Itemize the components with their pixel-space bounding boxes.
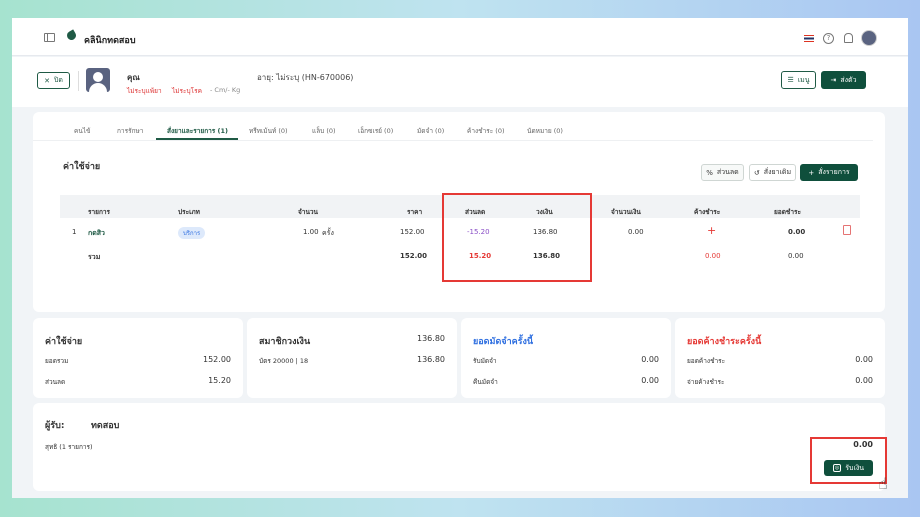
tab-appointment[interactable]: นัดหมาย (0) bbox=[527, 126, 563, 136]
close-button[interactable]: ✕ ปิด bbox=[37, 72, 70, 89]
allergy-status: ไม่ระบุแพ้ยา bbox=[127, 87, 162, 95]
bell-icon[interactable] bbox=[844, 33, 853, 43]
card-title: ยอดมัดจำครั้งนี้ bbox=[473, 337, 534, 347]
receiver-label: ผู้รับ: bbox=[45, 421, 65, 431]
col-item: รายการ bbox=[88, 208, 111, 216]
pointer-cursor-icon: ☝ bbox=[878, 474, 888, 493]
discount-button[interactable]: % ส่วนลด bbox=[701, 164, 744, 181]
highlight-box-discount-credit bbox=[442, 193, 592, 282]
history-icon: ↺ bbox=[753, 168, 760, 177]
plus-icon: + bbox=[808, 168, 815, 177]
reorder-label: สั่งยาเดิม bbox=[763, 168, 792, 176]
refer-label: ส่งตัว bbox=[840, 75, 857, 84]
tab-outstanding[interactable]: ค้างชำระ (0) bbox=[467, 126, 505, 136]
percent-icon: % bbox=[706, 168, 713, 177]
trash-icon[interactable] bbox=[843, 225, 851, 235]
receiver-card: ผู้รับ: ทดสอบ สุทธิ (1 รายการ) 0.00 ◎ รับ… bbox=[33, 403, 885, 491]
close-label: ปิด bbox=[53, 76, 63, 84]
exit-icon: ⇥ bbox=[830, 76, 837, 84]
discount-label: ส่วนลด bbox=[45, 378, 66, 386]
paid-value: 0.00 bbox=[788, 228, 806, 236]
patient-prefix: คุณ bbox=[127, 73, 140, 82]
deposit-card: ยอดมัดจำครั้งนี้ รับมัดจำ 0.00 คืนมัดจำ … bbox=[461, 318, 671, 398]
tab-orders[interactable]: สั่งยาและรายการ (1) bbox=[167, 126, 228, 136]
col-qty: จำนวน bbox=[298, 208, 318, 216]
close-icon: ✕ bbox=[44, 76, 50, 85]
row-number: 1 bbox=[72, 228, 77, 236]
outstanding-value: 0.00 bbox=[855, 355, 873, 364]
height-weight: - Cm/- Kg bbox=[210, 86, 241, 94]
qty-unit: ครั้ง bbox=[322, 229, 334, 237]
menu-button[interactable]: ☰ เมนู bbox=[781, 71, 816, 89]
patient-bar: ✕ ปิด คุณ อายุ: ไม่ระบุ (HN-670006) ไม่ระ… bbox=[12, 57, 908, 107]
card-title: ค่าใช้จ่าย bbox=[45, 337, 83, 347]
thai-flag-icon[interactable] bbox=[804, 35, 814, 42]
help-icon[interactable]: ? bbox=[823, 33, 834, 44]
member-credit-card: สมาชิกวงเงิน 136.80 บัตร 20000 | 18 136.… bbox=[247, 318, 457, 398]
clinic-name: คลินิกทดสอบ bbox=[84, 36, 136, 46]
patient-avatar bbox=[86, 68, 110, 92]
total-paid: 0.00 bbox=[788, 252, 804, 260]
net-label: สุทธิ (1 รายการ) bbox=[45, 443, 93, 451]
card-label: บัตร 20000 | 18 bbox=[259, 357, 309, 365]
col-outstanding: ค้างชำระ bbox=[694, 208, 721, 216]
tab-lab[interactable]: แล็บ (0) bbox=[312, 126, 336, 136]
total-label: รวม bbox=[88, 253, 101, 261]
clinic-logo-icon bbox=[65, 29, 78, 42]
hamburger-icon: ☰ bbox=[787, 76, 794, 84]
total-label: ยอดรวม bbox=[45, 357, 69, 365]
total-outstanding: 0.00 bbox=[705, 252, 721, 260]
return-deposit-value: 0.00 bbox=[641, 376, 659, 385]
divider bbox=[33, 140, 873, 141]
outstanding-label: ยอดค้างชำระ bbox=[687, 357, 726, 365]
divider bbox=[78, 71, 79, 91]
discount-label: ส่วนลด bbox=[716, 168, 739, 176]
section-title: ค่าใช้จ่าย bbox=[63, 162, 101, 172]
receiver-name: ทดสอบ bbox=[91, 421, 120, 431]
page: คลินิกทดสอบ ? ✕ ปิด คุณ อายุ: ไม่ระบุ (HN… bbox=[12, 18, 908, 498]
tab-patient[interactable]: คนไข้ bbox=[74, 126, 91, 136]
add-order-button[interactable]: + สั่งรายการ bbox=[800, 164, 858, 181]
add-order-label: สั่งรายการ bbox=[818, 168, 850, 176]
patient-age-hn: อายุ: ไม่ระบุ (HN-670006) bbox=[257, 73, 354, 82]
receive-deposit-label: รับมัดจำ bbox=[473, 357, 497, 365]
price-value: 152.00 bbox=[400, 228, 425, 236]
tab-treatment-course[interactable]: ทรีทเม้นท์ (0) bbox=[249, 126, 288, 136]
col-amount: จำนวนเงิน bbox=[611, 208, 641, 216]
pay-outstanding-value: 0.00 bbox=[855, 376, 873, 385]
menu-label: เมนู bbox=[797, 75, 810, 84]
refer-button[interactable]: ⇥ ส่งตัว bbox=[821, 71, 866, 89]
tab-xray[interactable]: เอ็กซเรย์ (0) bbox=[358, 126, 393, 136]
pay-outstanding-label: จ่ายค้างชำระ bbox=[687, 378, 725, 386]
total-price: 152.00 bbox=[400, 252, 428, 260]
col-type: ประเภท bbox=[178, 208, 200, 216]
card-value: 136.80 bbox=[417, 355, 445, 364]
top-bar: คลินิกทดสอบ ? bbox=[12, 18, 908, 56]
card-title: ยอดค้างชำระครั้งนี้ bbox=[687, 337, 762, 347]
tab-treatment[interactable]: การรักษา bbox=[117, 126, 143, 136]
qty-value: 1.00 bbox=[303, 228, 319, 236]
user-avatar[interactable] bbox=[861, 30, 877, 46]
item-name[interactable]: กดสิว bbox=[88, 228, 105, 239]
credit-total: 136.80 bbox=[417, 334, 445, 343]
amount-value: 0.00 bbox=[628, 228, 644, 236]
type-badge: บริการ bbox=[178, 227, 206, 239]
highlight-box-receive-payment bbox=[810, 437, 887, 484]
tab-deposit[interactable]: มัดจำ (0) bbox=[417, 126, 444, 136]
sidebar-toggle-icon[interactable] bbox=[44, 33, 55, 42]
reorder-button[interactable]: ↺ สั่งยาเดิม bbox=[749, 164, 796, 181]
expense-summary-card: ค่าใช้จ่าย ยอดรวม 152.00 ส่วนลด 15.20 bbox=[33, 318, 243, 398]
card-title: สมาชิกวงเงิน bbox=[259, 337, 311, 347]
add-outstanding-button[interactable]: + bbox=[707, 224, 716, 237]
col-paid: ยอดชำระ bbox=[774, 208, 801, 216]
col-price: ราคา bbox=[407, 208, 423, 216]
disease-status: ไม่ระบุโรค bbox=[172, 87, 202, 95]
discount-value: 15.20 bbox=[208, 376, 231, 385]
return-deposit-label: คืนมัดจำ bbox=[473, 378, 498, 386]
receive-deposit-value: 0.00 bbox=[641, 355, 659, 364]
outstanding-card: ยอดค้างชำระครั้งนี้ ยอดค้างชำระ 0.00 จ่า… bbox=[675, 318, 885, 398]
total-value: 152.00 bbox=[203, 355, 231, 364]
